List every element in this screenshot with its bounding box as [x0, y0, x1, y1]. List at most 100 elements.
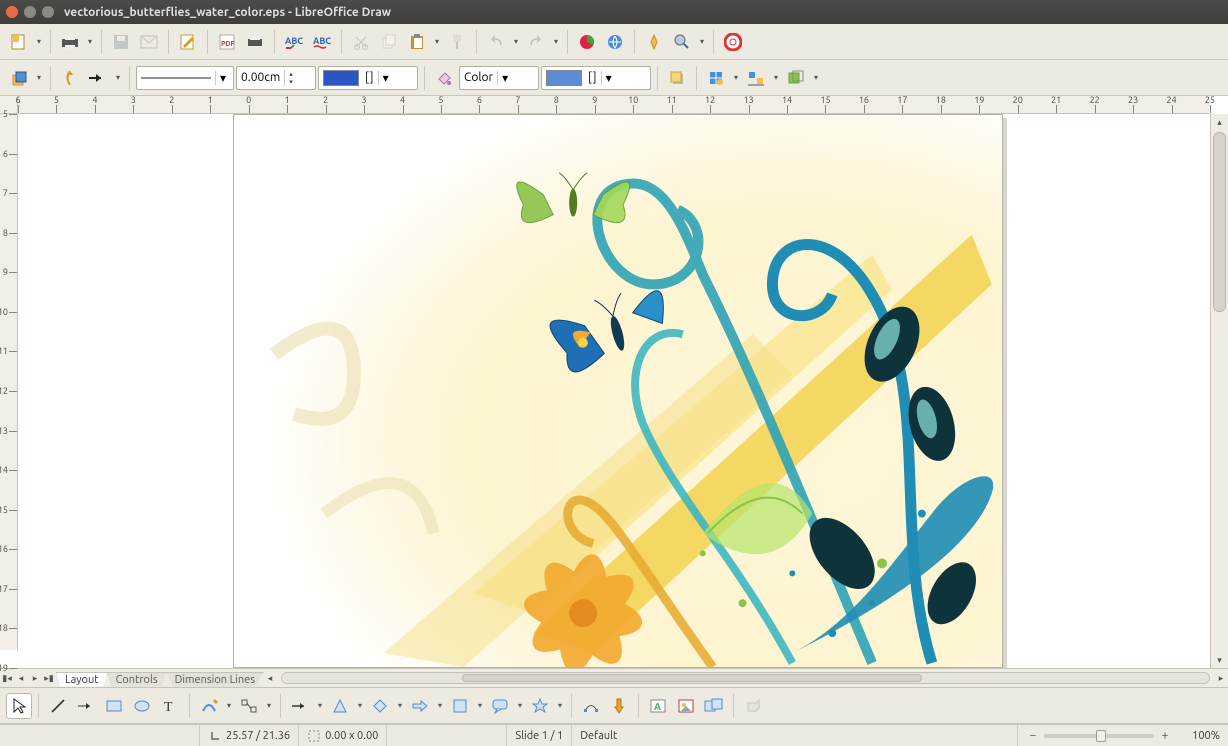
tab-dimension-lines[interactable]: Dimension Lines: [166, 672, 264, 687]
curve-dropdown[interactable]: ▾: [224, 701, 234, 710]
area-fill-button[interactable]: [431, 65, 457, 91]
arrow-style-button[interactable]: [85, 65, 111, 91]
symbol-shapes-tool[interactable]: [367, 693, 393, 719]
stars-tool[interactable]: [527, 693, 553, 719]
window-minimize-button[interactable]: [24, 6, 36, 18]
new-doc-button[interactable]: [6, 29, 32, 55]
effects-dropdown[interactable]: ▾: [731, 73, 741, 82]
window-close-button[interactable]: [6, 6, 18, 18]
zoom-dropdown[interactable]: ▾: [697, 37, 707, 46]
vertical-scrollbar[interactable]: ▴ ▾: [1210, 114, 1228, 668]
zoom-button[interactable]: [669, 29, 695, 55]
chart-button[interactable]: [574, 29, 600, 55]
distribute-dropdown[interactable]: ▾: [811, 73, 821, 82]
print-direct-button[interactable]: [242, 29, 268, 55]
block-arrows-dropdown[interactable]: ▾: [435, 701, 445, 710]
spin-up[interactable]: ▴: [289, 70, 293, 78]
line-tool[interactable]: [45, 693, 71, 719]
distribute-button[interactable]: [783, 65, 809, 91]
zoom-in-button[interactable]: +: [1158, 729, 1172, 742]
connector-tool[interactable]: [236, 693, 262, 719]
connector-dropdown[interactable]: ▾: [264, 701, 274, 710]
zoom-control[interactable]: − + 100%: [1018, 729, 1228, 742]
undo-button[interactable]: [483, 29, 509, 55]
hscroll-thumb[interactable]: [462, 674, 922, 682]
drawing-page[interactable]: [233, 114, 1003, 668]
hscroll-left[interactable]: ◂: [263, 673, 277, 684]
vscroll-thumb[interactable]: [1213, 132, 1226, 312]
block-arrows-tool[interactable]: [407, 693, 433, 719]
shadow-button[interactable]: [664, 65, 690, 91]
redo-dropdown[interactable]: ▾: [551, 37, 561, 46]
hscroll-right[interactable]: ▸: [1214, 673, 1228, 684]
spin-down[interactable]: ▾: [289, 78, 293, 86]
scroll-up-button[interactable]: ▴: [1211, 114, 1228, 130]
arrange-button[interactable]: [6, 65, 32, 91]
align-dropdown[interactable]: ▾: [771, 73, 781, 82]
tab-nav-next[interactable]: ▸: [28, 673, 42, 684]
line-style-combo[interactable]: ▾: [136, 66, 234, 90]
line-endstyle-button[interactable]: [57, 65, 83, 91]
format-paintbrush-button[interactable]: [444, 29, 470, 55]
cut-button[interactable]: [348, 29, 374, 55]
vertical-ruler[interactable]: 5678910111213141516171819: [0, 114, 18, 650]
stars-dropdown[interactable]: ▾: [555, 701, 565, 710]
export-pdf-button[interactable]: PDF: [214, 29, 240, 55]
tab-nav-first[interactable]: ▮◂: [0, 673, 14, 684]
paste-dropdown[interactable]: ▾: [432, 37, 442, 46]
ellipse-tool[interactable]: [129, 693, 155, 719]
basic-shapes-tool[interactable]: [327, 693, 353, 719]
tab-nav-last[interactable]: ▸▮: [42, 673, 56, 684]
lines-arrows-dropdown[interactable]: ▾: [315, 701, 325, 710]
gallery-tool[interactable]: [701, 693, 727, 719]
copy-button[interactable]: [376, 29, 402, 55]
scroll-down-button[interactable]: ▾: [1211, 652, 1228, 668]
edit-file-button[interactable]: [175, 29, 201, 55]
canvas[interactable]: [18, 114, 1210, 668]
auto-spellcheck-button[interactable]: ABC: [309, 29, 335, 55]
print-button[interactable]: [57, 29, 83, 55]
line-color-combo[interactable]: [] ▾: [318, 66, 418, 90]
edit-points-tool[interactable]: [578, 693, 604, 719]
window-maximize-button[interactable]: [42, 6, 54, 18]
fill-color-combo[interactable]: [] ▾: [541, 66, 651, 90]
undo-dropdown[interactable]: ▾: [511, 37, 521, 46]
new-doc-dropdown[interactable]: ▾: [34, 37, 44, 46]
print-dropdown[interactable]: ▾: [85, 37, 95, 46]
horizontal-ruler[interactable]: 6543210123456789101112131415161718192021…: [18, 96, 1210, 114]
text-tool[interactable]: T: [157, 693, 183, 719]
callouts-dropdown[interactable]: ▾: [515, 701, 525, 710]
rectangle-tool[interactable]: [101, 693, 127, 719]
zoom-out-button[interactable]: −: [1026, 729, 1040, 742]
tab-nav-prev[interactable]: ◂: [14, 673, 28, 684]
flowchart-dropdown[interactable]: ▾: [475, 701, 485, 710]
callouts-tool[interactable]: [487, 693, 513, 719]
curve-tool[interactable]: [196, 693, 222, 719]
symbol-shapes-dropdown[interactable]: ▾: [395, 701, 405, 710]
save-button[interactable]: [108, 29, 134, 55]
navigator-button[interactable]: [641, 29, 667, 55]
arrange-dropdown[interactable]: ▾: [34, 73, 44, 82]
redo-button[interactable]: [523, 29, 549, 55]
zoom-thumb[interactable]: [1096, 730, 1106, 742]
hyperlink-button[interactable]: [602, 29, 628, 55]
effects-button[interactable]: [703, 65, 729, 91]
zoom-slider[interactable]: [1044, 734, 1154, 738]
horizontal-scrollbar[interactable]: ◂ ▸: [263, 669, 1228, 687]
spellcheck-button[interactable]: ABC: [281, 29, 307, 55]
insert-image-tool[interactable]: [673, 693, 699, 719]
extrusion-tool[interactable]: [740, 693, 766, 719]
fontwork-tool[interactable]: A: [645, 693, 671, 719]
align-button[interactable]: [743, 65, 769, 91]
arrow-style-dropdown[interactable]: ▾: [113, 73, 123, 82]
paste-button[interactable]: [404, 29, 430, 55]
line-width-spinbox[interactable]: 0.00cm ▴▾: [236, 66, 316, 90]
select-tool[interactable]: [6, 693, 32, 719]
send-mail-button[interactable]: [136, 29, 162, 55]
help-button[interactable]: [720, 29, 746, 55]
flowchart-tool[interactable]: [447, 693, 473, 719]
basic-shapes-dropdown[interactable]: ▾: [355, 701, 365, 710]
tab-controls[interactable]: Controls: [107, 672, 167, 687]
fill-type-combo[interactable]: Color ▾: [459, 66, 539, 90]
tab-layout[interactable]: Layout: [56, 672, 108, 687]
